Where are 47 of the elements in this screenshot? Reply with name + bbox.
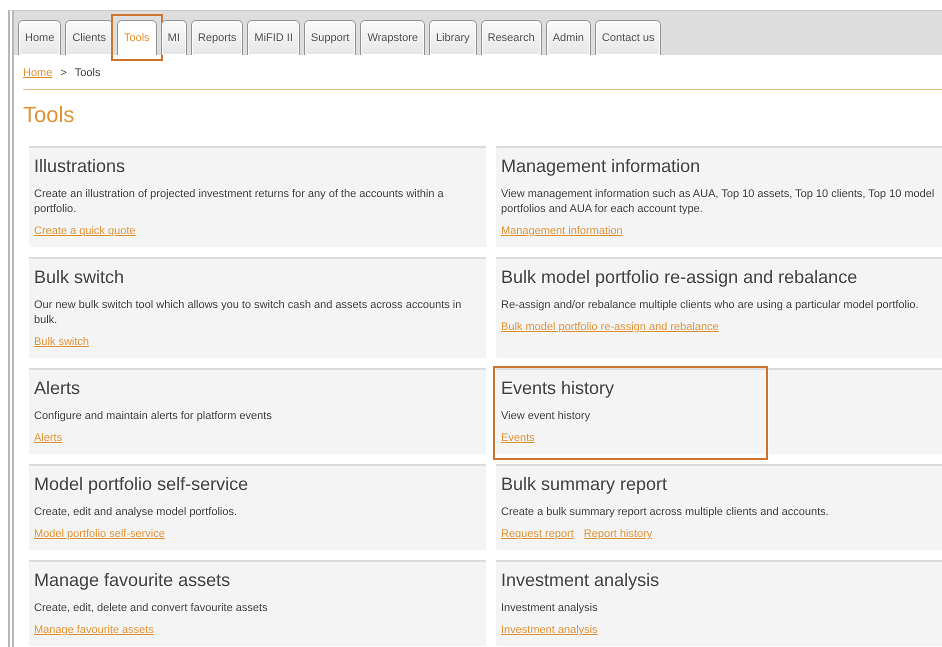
- nav-tab[interactable]: MI: [160, 20, 187, 55]
- card-link[interactable]: Report history: [584, 528, 652, 540]
- card-title: Model portfolio self-service: [34, 474, 250, 495]
- card-title: Events history: [501, 378, 616, 399]
- nav-tab[interactable]: Research: [480, 20, 542, 55]
- card-description: Re-assign and/or rebalance multiple clients who are using a particular model portfolio.: [501, 298, 920, 313]
- card-description: Create a bulk summary report across multiple clients and accounts.: [501, 505, 830, 520]
- page-title: Tools: [23, 102, 76, 128]
- card-title: Bulk model portfolio re-assign and rebalance: [501, 267, 858, 288]
- nav-tab[interactable]: Library: [429, 20, 477, 55]
- card-link[interactable]: Bulk model portfolio re-assign and rebalance: [501, 321, 719, 333]
- nav-tab[interactable]: Home: [18, 20, 62, 55]
- card-link[interactable]: Request report: [501, 528, 574, 540]
- card-title: Investment analysis: [501, 570, 660, 591]
- nav-tab[interactable]: Admin: [546, 20, 591, 55]
- card-link[interactable]: Create a quick quote: [34, 225, 136, 237]
- card-description: Investment analysis: [501, 601, 599, 616]
- card-description: Our new bulk switch tool which allows you to switch cash and assets across accounts in bulk.: [34, 298, 462, 328]
- nav-tab[interactable]: Contact us: [594, 20, 662, 55]
- card-title: Management information: [501, 156, 702, 177]
- card-description: Create, edit, delete and convert favourite assets: [34, 601, 269, 616]
- card-description: View management information such as AUA, Top 10 assets, Top 10 clients, Top 10 model portfolios and AUA for each account type.: [501, 187, 936, 217]
- card-description: Configure and maintain alerts for platform events: [34, 409, 273, 424]
- nav-tab[interactable]: Wrapstore: [360, 20, 425, 55]
- card-link[interactable]: Manage favourite assets: [34, 624, 154, 636]
- card-link[interactable]: Model portfolio self-service: [34, 528, 165, 540]
- card-link[interactable]: Events: [501, 432, 535, 444]
- nav-tab[interactable]: Tools: [116, 20, 157, 55]
- card-title: Bulk switch: [34, 267, 126, 288]
- breadcrumb-current: Tools: [74, 67, 100, 79]
- card-description: View event history: [501, 409, 592, 424]
- card-description: Create an illustration of projected investment returns for any of the accounts within a portfolio.: [34, 187, 445, 217]
- nav-tab[interactable]: MiFID II: [247, 20, 300, 55]
- nav-tab[interactable]: Support: [304, 20, 356, 55]
- card-link[interactable]: Alerts: [34, 432, 62, 444]
- card-title: Manage favourite assets: [34, 570, 232, 591]
- card-title: Alerts: [34, 378, 82, 399]
- card-link[interactable]: Investment analysis: [501, 624, 598, 636]
- card-description: Create, edit and analyse model portfolios.: [34, 505, 238, 520]
- card-title: Bulk summary report: [501, 474, 668, 495]
- card-link[interactable]: Management information: [501, 225, 623, 237]
- breadcrumb-link[interactable]: Home: [23, 67, 52, 79]
- card-link[interactable]: Bulk switch: [34, 336, 90, 348]
- card-title: Illustrations: [34, 156, 126, 177]
- breadcrumb-separator: >: [60, 67, 67, 79]
- nav-tab[interactable]: Clients: [65, 20, 113, 55]
- nav-tab[interactable]: Reports: [190, 20, 244, 55]
